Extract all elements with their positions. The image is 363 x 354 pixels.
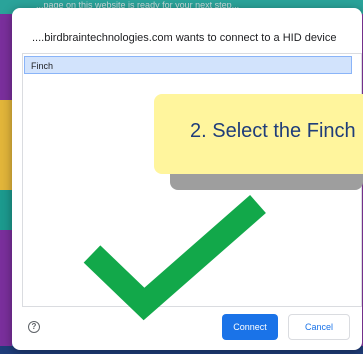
checkmark-icon bbox=[83, 194, 266, 321]
background-left-yellow bbox=[0, 100, 12, 190]
cancel-button[interactable]: Cancel bbox=[288, 314, 350, 340]
instruction-callout: 2. Select the Finch bbox=[154, 94, 363, 174]
help-icon[interactable]: ? bbox=[28, 321, 40, 333]
callout-text: 2. Select the Finch bbox=[190, 120, 356, 142]
dialog-title: ....birdbraintechnologies.com wants to c… bbox=[32, 32, 337, 44]
background-left-teal bbox=[0, 190, 12, 230]
device-item-finch[interactable]: Finch bbox=[24, 56, 352, 74]
